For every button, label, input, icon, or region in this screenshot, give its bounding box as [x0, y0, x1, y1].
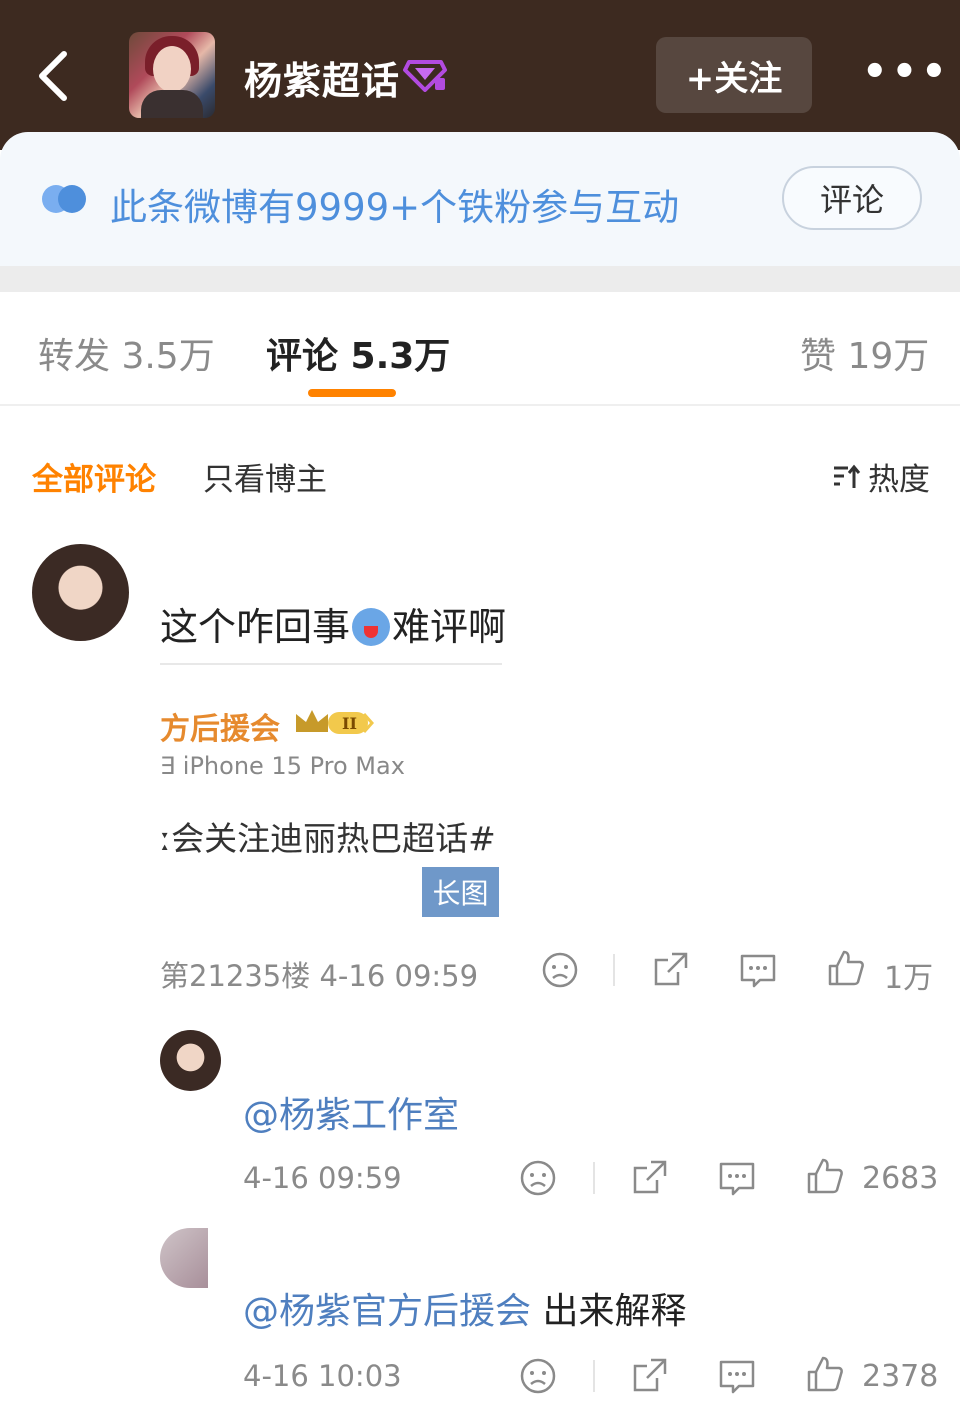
sort-by-heat-button[interactable]: 热度 — [832, 454, 930, 499]
action-separator — [593, 1360, 595, 1392]
reply-comment-icon[interactable] — [717, 1158, 757, 1198]
reply-comment-icon[interactable] — [738, 950, 778, 990]
husky-emoji-icon — [352, 608, 391, 646]
reply-text: @杨紫工作室 — [243, 1086, 459, 1138]
tab-comments[interactable]: 评论 5.3万 — [266, 327, 450, 379]
comment-text: 这个咋回事 难评啊 — [160, 596, 506, 651]
reply-time: 4-16 09:59 — [243, 1161, 402, 1195]
tab-reposts[interactable]: 转发 3.5万 — [38, 327, 215, 379]
tab-likes[interactable]: 赞 19万 — [800, 327, 929, 379]
reply-mention[interactable]: @杨紫官方后援会 — [243, 1291, 531, 1332]
screenshot-username: 方后援会 — [160, 712, 280, 747]
back-arrow-icon[interactable] — [34, 48, 78, 104]
diamond-badge-icon — [403, 60, 447, 92]
filter-all-comments[interactable]: 全部评论 — [32, 454, 156, 499]
share-icon[interactable] — [650, 950, 690, 990]
dislike-face-icon[interactable] — [518, 1158, 558, 1198]
crown-badge-icon: II — [296, 710, 375, 734]
topic-cover-image[interactable] — [129, 32, 215, 118]
follow-button[interactable]: +关注 — [656, 37, 812, 113]
divider — [0, 404, 960, 406]
comment-text-part1: 这个咋回事 — [160, 605, 351, 649]
chat-bubbles-icon — [42, 185, 86, 213]
action-separator — [613, 954, 615, 986]
like-thumb-icon[interactable] — [805, 1156, 845, 1196]
like-thumb-icon[interactable] — [805, 1354, 845, 1394]
share-icon[interactable] — [629, 1356, 669, 1396]
sort-label: 热度 — [868, 462, 930, 498]
screenshot-device: ∃ iPhone 15 Pro Max — [160, 752, 405, 780]
reply-avatar[interactable] — [160, 1030, 221, 1091]
active-tab-indicator — [308, 389, 396, 397]
reply-mention[interactable]: @杨紫工作室 — [243, 1095, 459, 1136]
reply-time: 4-16 10:03 — [243, 1359, 402, 1393]
screenshot-text: ː会关注迪丽热巴超话# — [160, 819, 496, 858]
sort-icon — [834, 464, 861, 488]
topic-title[interactable]: 杨紫超话 — [244, 50, 400, 105]
like-count: 1万 — [884, 961, 934, 996]
reply-text: @杨紫官方后援会 出来解释 — [243, 1282, 686, 1334]
comment-meta: 第21235楼 4-16 09:59 — [160, 959, 479, 993]
reply-avatar[interactable] — [160, 1228, 208, 1288]
banner-text: 此条微博有9999+个铁粉参与互动 — [110, 186, 680, 229]
commenter-avatar[interactable] — [32, 544, 129, 641]
more-options-icon[interactable]: ••• — [862, 52, 951, 92]
screenshot-divider — [160, 663, 502, 665]
share-icon[interactable] — [629, 1158, 669, 1198]
dislike-face-icon[interactable] — [540, 950, 580, 990]
section-divider — [0, 266, 960, 292]
long-image-tag[interactable]: 长图 — [422, 867, 499, 917]
comment-text-part2: 难评啊 — [392, 605, 507, 649]
crown-badge-text: II — [342, 714, 357, 733]
like-thumb-icon[interactable] — [826, 948, 866, 988]
like-count: 2683 — [862, 1161, 939, 1196]
filter-blogger-only[interactable]: 只看博主 — [203, 454, 327, 499]
reply-body: 出来解释 — [531, 1291, 687, 1332]
reply-comment-icon[interactable] — [717, 1356, 757, 1396]
like-count: 2378 — [862, 1359, 939, 1394]
action-separator — [593, 1162, 595, 1194]
banner-comment-button[interactable]: 评论 — [782, 166, 922, 230]
dislike-face-icon[interactable] — [518, 1356, 558, 1396]
